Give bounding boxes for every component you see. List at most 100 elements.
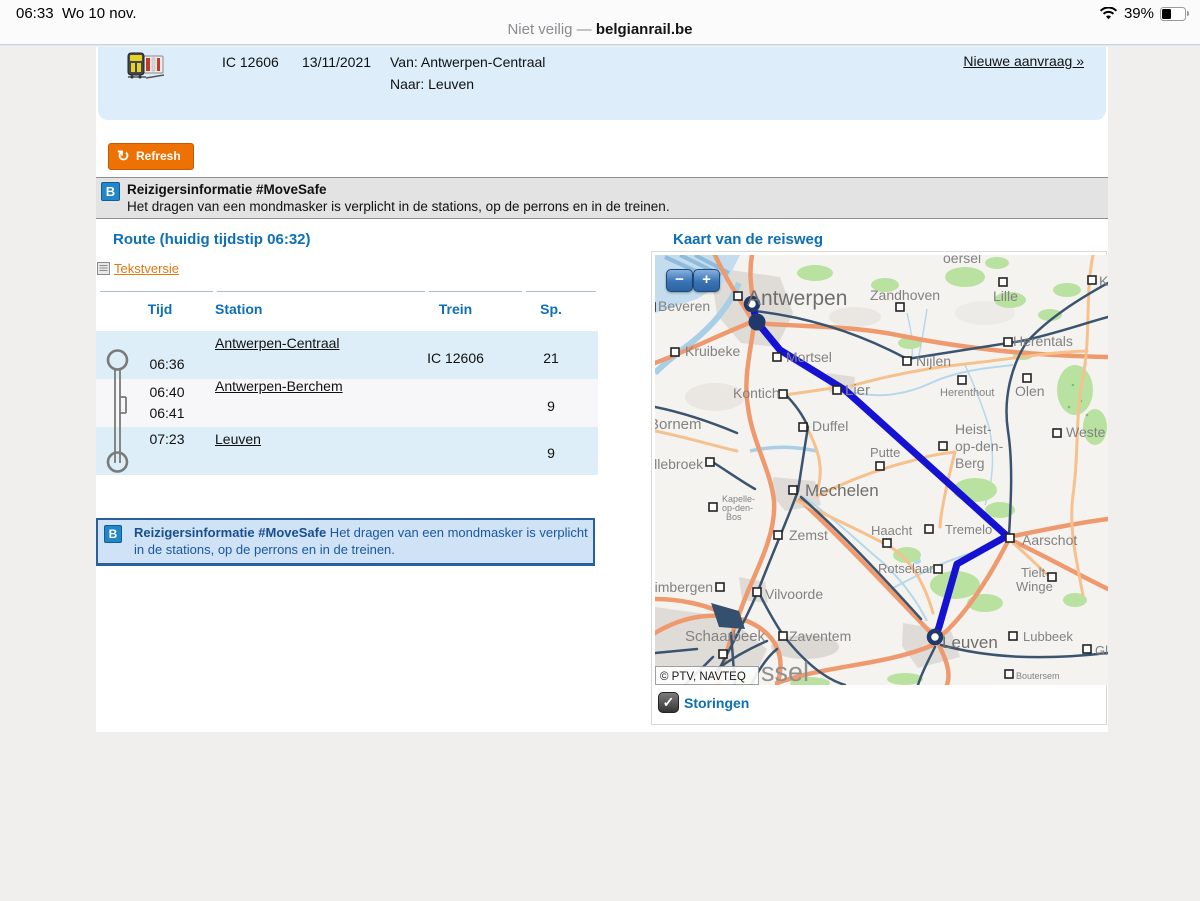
trip-to: Naar: Leuven [390, 76, 474, 92]
text-version-link[interactable]: Tekstversie [114, 261, 179, 276]
text-version-icon [97, 262, 110, 275]
map-town-label: op-den- [955, 438, 1004, 454]
map-town-label: Beveren [658, 298, 710, 314]
map-town-label: Rotselaar [878, 561, 934, 576]
map-town-marker [716, 583, 724, 591]
col-header-time: Tijd [130, 301, 190, 317]
map-attribution: © PTV, NAVTEQ [660, 671, 746, 683]
map-town-label: Zaventem [789, 628, 851, 644]
col-header-station: Station [215, 301, 262, 317]
time-value: 06:36 [137, 356, 197, 372]
map-town-label: Zemst [789, 527, 828, 543]
station-link[interactable]: Antwerpen-Centraal [215, 335, 340, 351]
map-town-marker [671, 348, 679, 356]
map-town-marker [934, 565, 942, 573]
map-town-marker [779, 390, 787, 398]
map-town-label: Winge [1016, 579, 1053, 594]
table-border [217, 291, 425, 292]
trip-from: Van: Antwerpen-Centraal [390, 54, 545, 70]
map-town-marker [925, 525, 933, 533]
map-town-marker [903, 357, 911, 365]
new-request-link[interactable]: Nieuwe aanvraag » [963, 53, 1084, 69]
map-town-label: Kruibeke [685, 343, 740, 359]
map-town-marker [876, 462, 884, 470]
map-town-label: Mechelen [805, 481, 879, 500]
status-date: Wo 10 nov. [62, 5, 137, 22]
map-town-label: Kontich [733, 385, 780, 401]
map-town-label: Schaarbeek [685, 628, 766, 645]
webpage: IC 12606 13/11/2021 Van: Antwerpen-Centr… [0, 45, 1200, 901]
route-end-marker [929, 631, 941, 643]
map-town-marker [1009, 632, 1017, 640]
map-town-label: oersel [943, 255, 981, 266]
map-town-marker [1005, 670, 1013, 678]
platform-value: 9 [526, 445, 576, 461]
station-link[interactable]: Leuven [215, 431, 261, 447]
browser-chrome: 06:33 Wo 10 nov. 39% Niet veilig — belgi… [0, 0, 1200, 45]
map-town-label: K [1099, 273, 1108, 289]
movesafe-box: B Reizigersinformatie #MoveSafe Het drag… [96, 518, 595, 566]
map-town-label: Antwerpen [747, 287, 847, 310]
map-town-label: Lubbeek [1023, 629, 1073, 644]
battery-percent: 39% [1124, 5, 1154, 22]
trip-train-number: IC 12606 [222, 54, 279, 70]
nmbs-logo-icon: B [104, 525, 122, 543]
route-map[interactable]: oerselBeverenAntwerpenZandhovenLilleKKru… [655, 255, 1108, 685]
nmbs-logo-icon: B [101, 182, 120, 201]
map-town-label: Duffel [812, 418, 848, 434]
map-title: Kaart van de reisweg [673, 231, 823, 248]
map-town-label: Bos [726, 512, 742, 522]
map-town-marker [1053, 429, 1061, 437]
map-town-marker [1088, 276, 1096, 284]
map-town-marker [1006, 534, 1014, 542]
map-town-label: Vilvoorde [765, 586, 823, 602]
col-header-train: Trein [418, 301, 493, 317]
zoom-in-button[interactable]: + [693, 269, 720, 292]
map-town-marker [1004, 338, 1012, 346]
map-town-marker [779, 632, 787, 640]
status-time: 06:33 [16, 5, 54, 22]
map-town-label: Mortsel [786, 349, 832, 365]
map-town-label: Zandhoven [870, 287, 940, 303]
map-town-label: Herentals [1013, 333, 1073, 349]
table-border [429, 291, 522, 292]
info-banner: B Reizigersinformatie #MoveSafe Het drag… [96, 177, 1108, 219]
map-town-label: Weste [1066, 424, 1106, 440]
map-town-label: Berg [955, 455, 985, 471]
train-icon [126, 51, 166, 81]
platform-value: 9 [526, 398, 576, 414]
map-town-label: Heist- [955, 421, 992, 437]
map-town-marker [753, 588, 761, 596]
col-header-platform: Sp. [526, 301, 576, 317]
map-town-label: Aarschot [1022, 532, 1077, 548]
zoom-out-button[interactable]: − [666, 269, 693, 292]
train-value: IC 12606 [418, 350, 493, 366]
map-town-marker [896, 303, 904, 311]
map-town-label: Tremelo [945, 522, 992, 537]
address-bar[interactable]: Niet veilig — belgianrail.be [0, 21, 1200, 38]
table-border [100, 291, 213, 292]
refresh-label: Refresh [136, 149, 181, 163]
table-border [526, 291, 596, 292]
map-town-label: Leuven [942, 633, 998, 652]
map-town-label: Haacht [871, 523, 913, 538]
map-town-marker [719, 650, 727, 658]
station-link[interactable]: Antwerpen-Berchem [215, 378, 343, 394]
map-town-label: Herenthout [940, 387, 994, 399]
map-container: oerselBeverenAntwerpenZandhovenLilleKKru… [651, 251, 1107, 725]
map-town-label: illebroek [655, 456, 704, 472]
map-town-marker [833, 386, 841, 394]
map-town-label: Gl [1095, 643, 1108, 658]
storingen-checkbox[interactable]: ✓ [658, 692, 679, 713]
map-town-marker [883, 539, 891, 547]
map-town-marker [734, 292, 742, 300]
banner-title: Reizigersinformatie #MoveSafe [127, 182, 327, 197]
platform-value: 21 [526, 350, 576, 366]
map-town-label: Bornem [655, 416, 702, 433]
map-town-marker [773, 353, 781, 361]
refresh-button[interactable]: ↻ Refresh [108, 143, 194, 170]
map-town-marker [789, 486, 797, 494]
map-city-label-brussel: ssel [761, 657, 809, 685]
map-town-label: Nijlen [916, 353, 951, 369]
map-town-marker [799, 423, 807, 431]
